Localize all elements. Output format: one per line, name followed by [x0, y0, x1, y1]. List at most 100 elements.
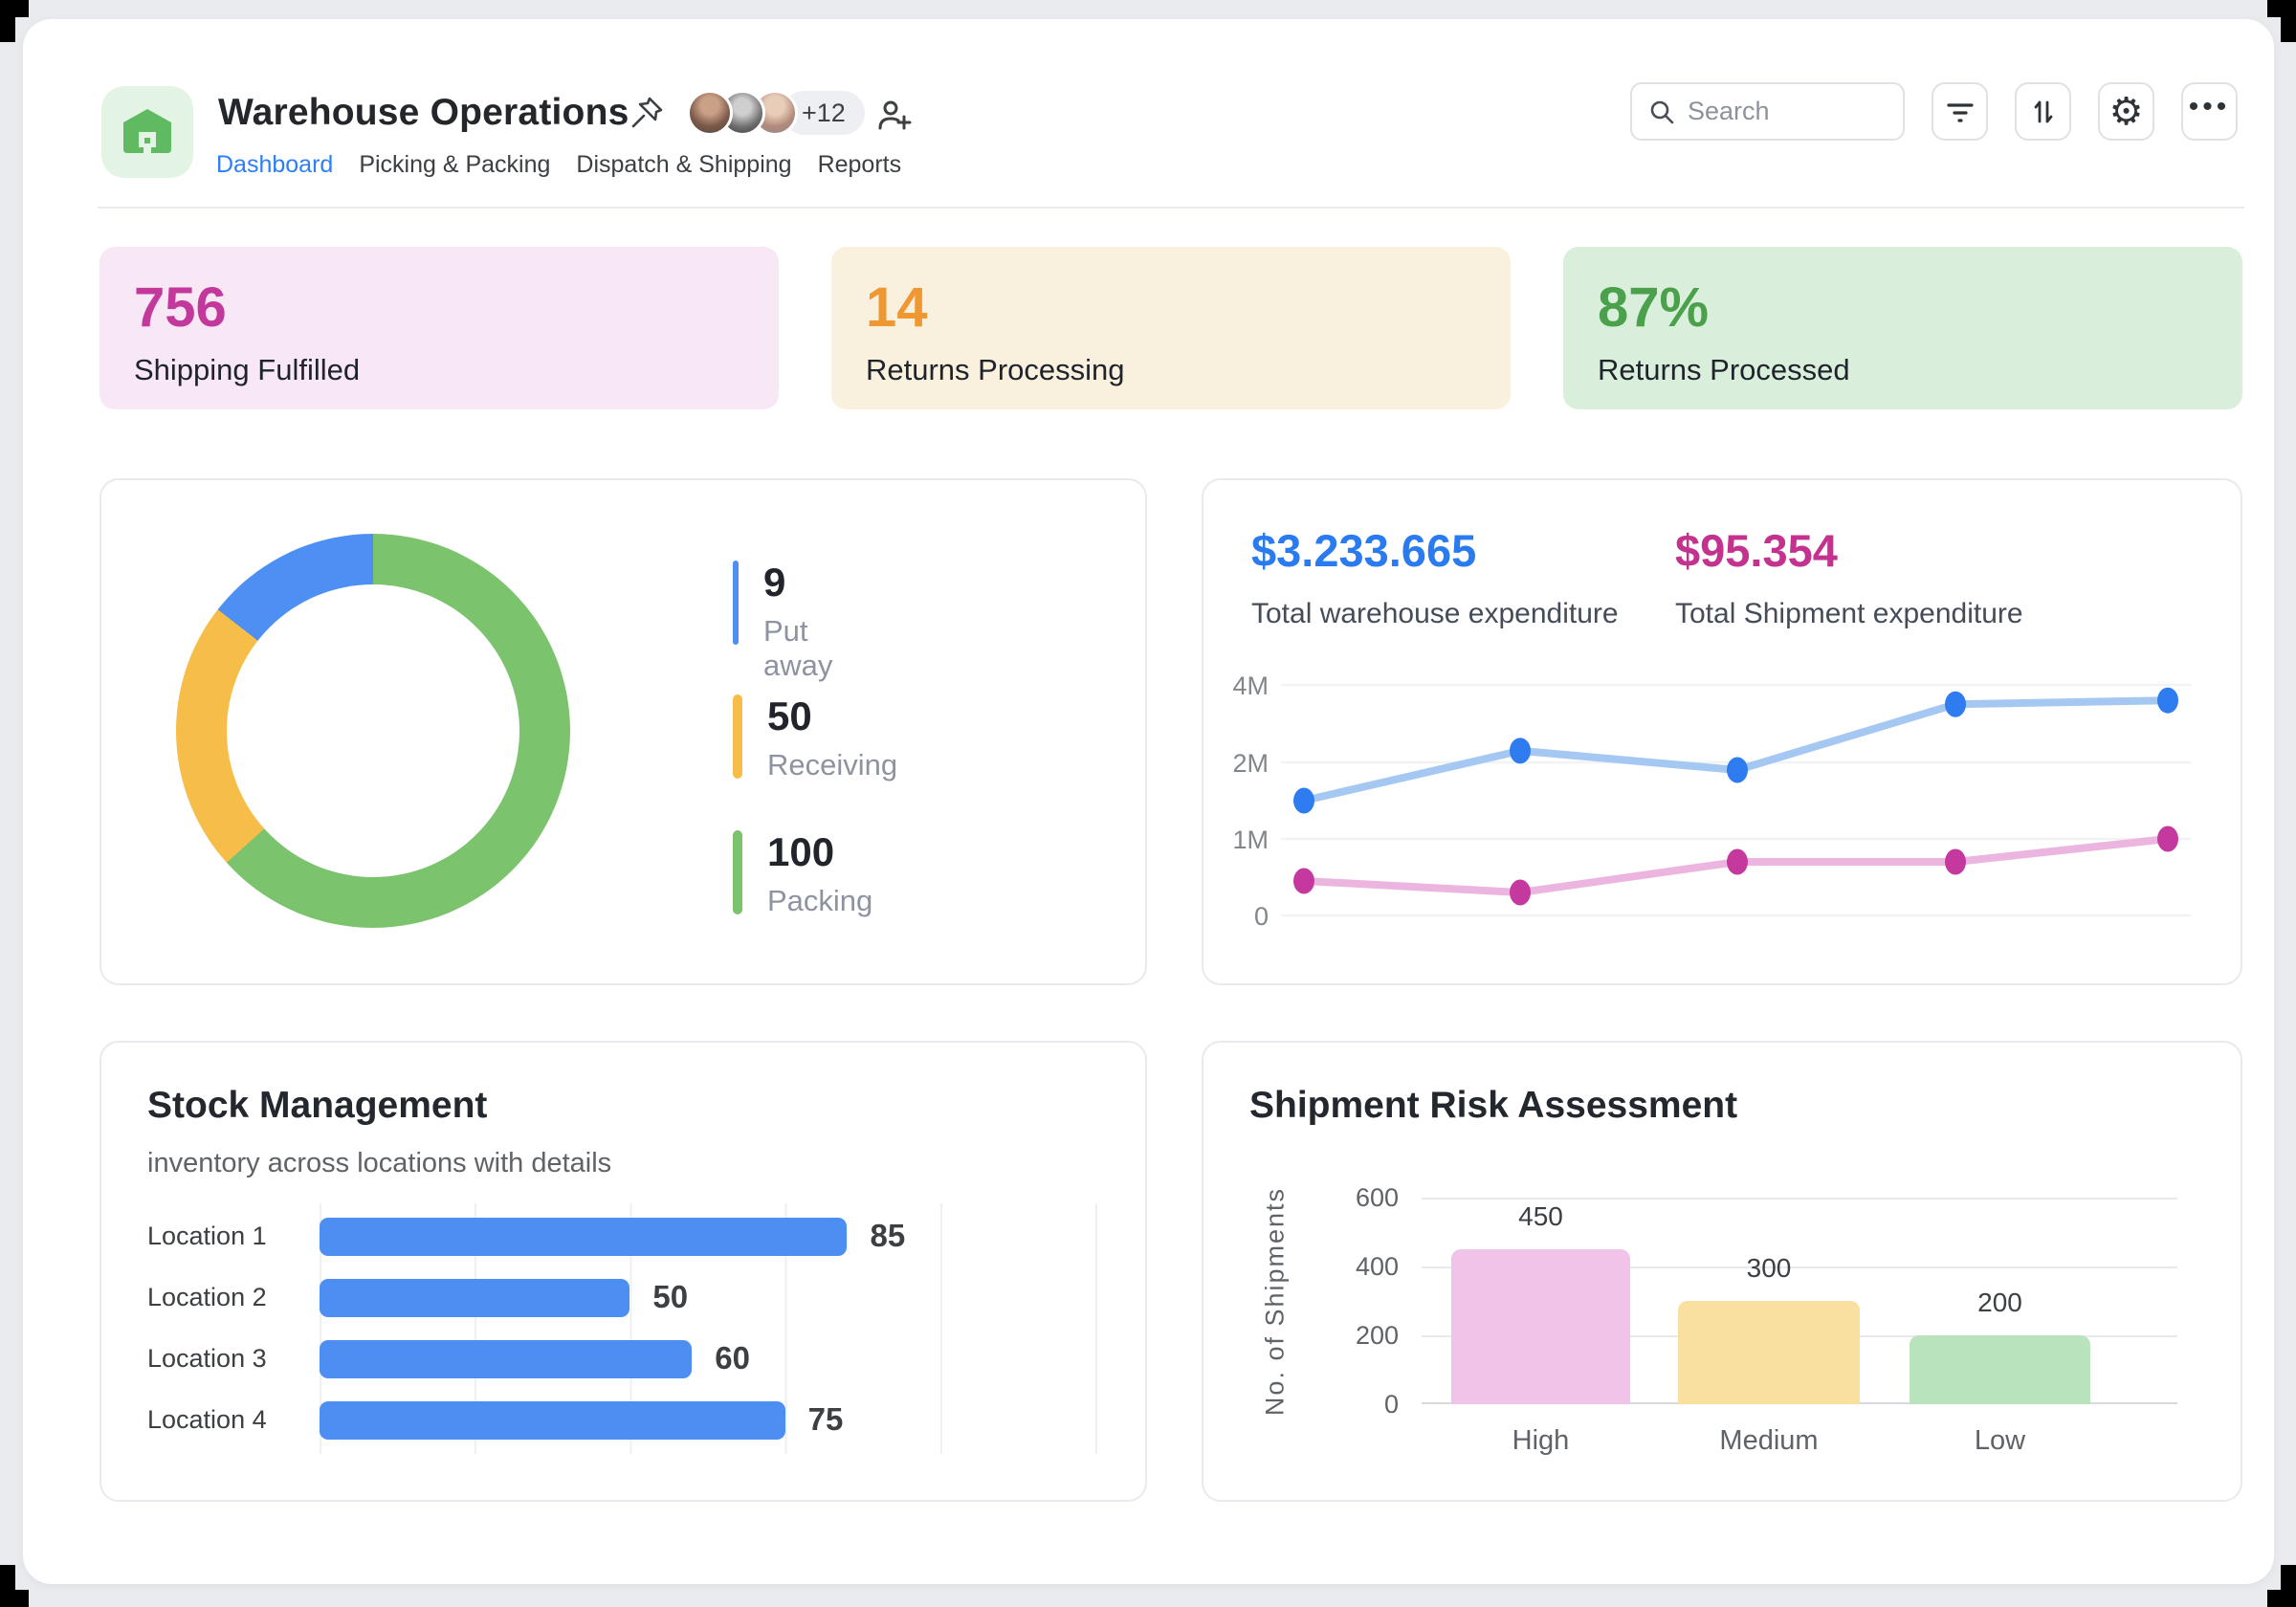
warehouse-expenditure-total: $3.233.665 Total warehouse expenditure: [1251, 524, 1619, 630]
total-label: Total warehouse expenditure: [1251, 598, 1619, 630]
pin-icon: [628, 94, 666, 132]
category-label: Low: [1910, 1425, 2090, 1457]
row-label: Location 1: [147, 1222, 300, 1251]
filter-icon: [1944, 98, 1976, 126]
crop-mark: [2252, 1563, 2296, 1607]
risk-bar: [1910, 1335, 2090, 1404]
card-title: Stock Management: [147, 1085, 487, 1127]
ellipsis-icon: •••: [2189, 93, 2231, 131]
stat-value: 14: [866, 275, 1476, 340]
legend-swatch: [733, 830, 742, 914]
row-label: Location 2: [147, 1283, 300, 1312]
search-box[interactable]: [1630, 82, 1905, 141]
stat-label: Returns Processing: [866, 353, 1476, 387]
avatar-group[interactable]: +12: [687, 90, 865, 136]
category-label: Medium: [1678, 1425, 1860, 1457]
y-tick: 400: [1316, 1252, 1399, 1282]
y-axis-label: No. of Shipments: [1261, 1158, 1291, 1445]
stock-row-location-2: Location 2 50: [101, 1279, 1145, 1317]
total-value: $3.233.665: [1251, 524, 1619, 577]
stat-label: Shipping Fulfilled: [134, 353, 744, 387]
sort-button[interactable]: [2015, 82, 2071, 141]
total-value: $95.354: [1675, 524, 2023, 577]
y-tick: 2M: [1207, 749, 1269, 779]
stock-row-location-4: Location 4 75: [101, 1401, 1145, 1440]
card-subtitle: inventory across locations with details: [147, 1148, 611, 1179]
data-point: [1510, 880, 1531, 906]
add-user-button[interactable]: [872, 96, 915, 138]
stat-value: 87%: [1598, 275, 2208, 340]
risk-bar: [1678, 1301, 1860, 1404]
risk-bar-chart: 450 High 300 Medium 200 Low: [1422, 1198, 2177, 1404]
risk-column-low: 200 Low: [1910, 1198, 2090, 1404]
expenditure-line-chart: [1281, 671, 2192, 932]
bar-value: 450: [1451, 1201, 1630, 1232]
more-options-button[interactable]: •••: [2181, 82, 2238, 141]
legend-item-receiving: 50 Receiving: [733, 694, 897, 782]
stock-row-location-3: Location 3 60: [101, 1340, 1145, 1378]
data-point: [1945, 692, 1966, 717]
y-tick: 1M: [1207, 826, 1269, 855]
stock-bar: [320, 1218, 847, 1256]
stock-management-card: Stock Management inventory across locati…: [99, 1041, 1147, 1502]
bar-track: 60: [320, 1340, 1097, 1378]
donut-chart: [176, 534, 570, 928]
risk-bar: [1451, 1249, 1630, 1404]
crop-mark: [0, 1563, 44, 1607]
putaway-donut-card: 9 Put away 50 Receiving 100 Packing: [99, 478, 1147, 985]
pin-button[interactable]: [626, 92, 668, 134]
stock-value: 60: [715, 1340, 750, 1376]
legend-item-put-away: 9 Put away: [733, 561, 836, 683]
tab-dispatch-shipping[interactable]: Dispatch & Shipping: [576, 151, 791, 179]
main-window: Warehouse Operations +12 Dashboard Picki…: [23, 19, 2274, 1584]
legend-value: 9: [763, 561, 836, 605]
legend-label: Packing: [767, 884, 872, 918]
expenditure-card: $3.233.665 Total warehouse expenditure $…: [1202, 478, 2242, 985]
data-point: [1293, 788, 1314, 814]
data-point: [1727, 849, 1748, 875]
legend-item-packing: 100 Packing: [733, 830, 872, 918]
data-point: [1293, 869, 1314, 894]
stock-bar: [320, 1279, 629, 1317]
avatar: [687, 90, 733, 136]
bar-value: 300: [1678, 1253, 1860, 1284]
tab-picking-packing[interactable]: Picking & Packing: [359, 151, 550, 179]
search-icon: [1647, 98, 1676, 126]
data-point: [1945, 849, 1966, 875]
legend-value: 100: [767, 830, 872, 874]
stat-value: 756: [134, 275, 744, 340]
warehouse-logo: [101, 86, 193, 178]
gear-icon: ⚙: [2109, 93, 2144, 131]
stock-value: 75: [808, 1401, 844, 1438]
tab-reports[interactable]: Reports: [818, 151, 902, 179]
stat-card-shipping-fulfilled: 756 Shipping Fulfilled: [99, 247, 779, 409]
tab-dashboard[interactable]: Dashboard: [216, 151, 333, 179]
header-divider: [98, 207, 2244, 209]
data-point: [1510, 737, 1531, 763]
y-tick: 600: [1316, 1183, 1399, 1213]
page-title: Warehouse Operations: [218, 92, 629, 134]
bar-value: 200: [1910, 1288, 2090, 1318]
total-label: Total Shipment expenditure: [1675, 598, 2023, 630]
y-tick: 200: [1316, 1321, 1399, 1351]
nav-tabs: Dashboard Picking & Packing Dispatch & S…: [216, 151, 901, 179]
sort-icon: [2027, 96, 2060, 128]
legend-swatch: [733, 694, 742, 779]
bar-track: 50: [320, 1279, 1097, 1317]
search-input[interactable]: [1688, 97, 1879, 126]
filter-button[interactable]: [1932, 82, 1988, 141]
legend-swatch: [733, 561, 739, 645]
stock-value: 50: [652, 1279, 688, 1315]
donut-hole: [227, 584, 519, 877]
stock-bar: [320, 1340, 692, 1378]
risk-column-high: 450 High: [1451, 1198, 1630, 1404]
stock-row-location-1: Location 1 85: [101, 1218, 1145, 1256]
data-point: [1727, 758, 1748, 783]
crop-mark: [2252, 0, 2296, 44]
settings-button[interactable]: ⚙: [2098, 82, 2154, 141]
stat-card-returns-processed: 87% Returns Processed: [1563, 247, 2242, 409]
data-point: [2157, 826, 2178, 852]
shipment-expenditure-total: $95.354 Total Shipment expenditure: [1675, 524, 2023, 630]
y-tick: 4M: [1207, 671, 1269, 701]
card-title: Shipment Risk Assessment: [1249, 1085, 1737, 1127]
